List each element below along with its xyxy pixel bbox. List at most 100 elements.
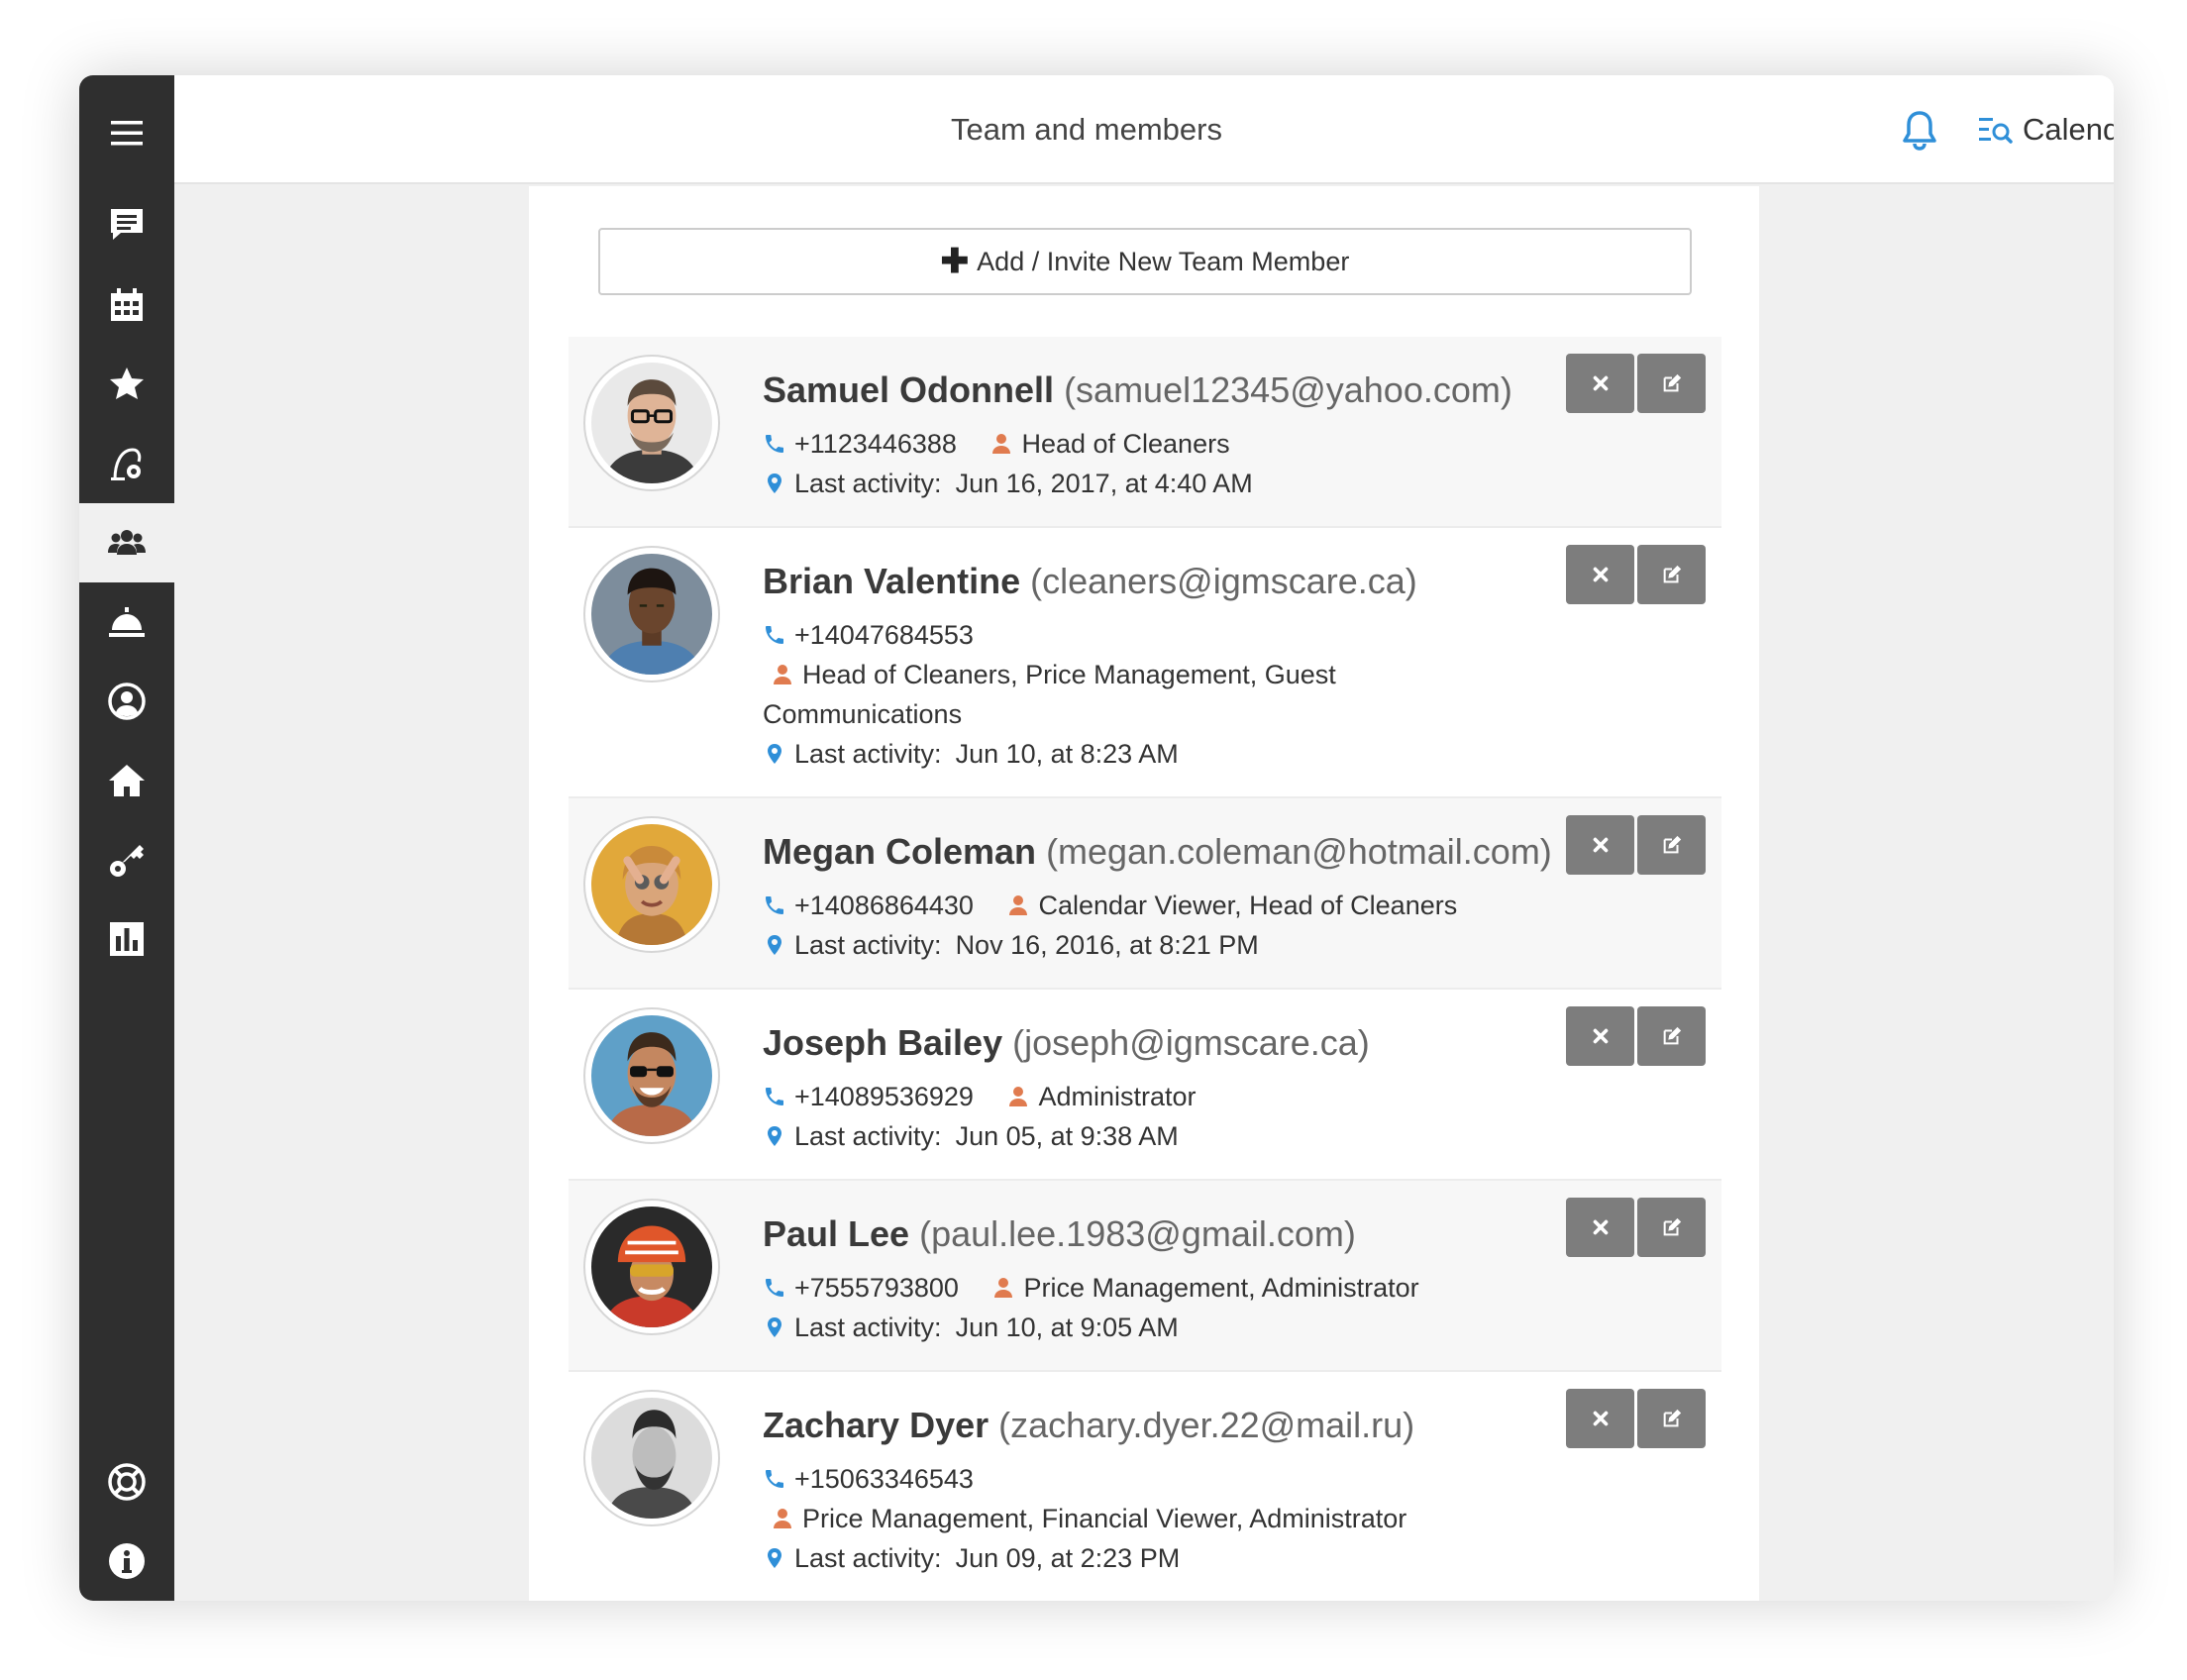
calendar-link[interactable]: Calendar [1977, 105, 2114, 155]
phone-icon [763, 1276, 786, 1300]
member-row: Brian Valentine (cleaners@igmscare.ca) +… [569, 528, 1721, 798]
remove-member-button[interactable] [1566, 1389, 1634, 1448]
edit-icon [1661, 372, 1683, 394]
member-phone: +7555793800 [794, 1273, 959, 1303]
avatar [583, 1390, 720, 1526]
member-info: Megan Coleman (megan.coleman@hotmail.com… [763, 828, 1552, 965]
person-icon [989, 432, 1013, 456]
last-activity-label: Last activity: [794, 1312, 942, 1342]
location-pin-icon [763, 1124, 786, 1148]
avatar [583, 816, 720, 953]
member-info: Paul Lee (paul.lee.1983@gmail.com) +7555… [763, 1210, 1543, 1347]
phone-icon [763, 1467, 786, 1491]
close-icon [1590, 834, 1612, 856]
vacuum-icon[interactable] [79, 424, 174, 503]
member-phone: +1123446388 [794, 429, 957, 459]
last-activity-label: Last activity: [794, 930, 942, 960]
member-name: Samuel Odonnell [763, 369, 1055, 410]
location-pin-icon [763, 742, 786, 766]
location-pin-icon [763, 1315, 786, 1339]
user-circle-icon[interactable] [79, 662, 174, 741]
add-invite-member-button[interactable]: ✚ Add / Invite New Team Member [598, 228, 1692, 295]
member-last-activity: Jun 10, at 9:05 AM [955, 1312, 1179, 1342]
remove-member-button[interactable] [1566, 1198, 1634, 1257]
location-pin-icon [763, 472, 786, 495]
last-activity-label: Last activity: [794, 1121, 942, 1151]
edit-member-button[interactable] [1637, 1389, 1706, 1448]
remove-member-button[interactable] [1566, 545, 1634, 604]
person-icon [771, 663, 794, 686]
phone-icon [763, 432, 786, 456]
member-roles: Price Management, Administrator [1023, 1273, 1419, 1303]
bell-icon[interactable] [1898, 108, 1941, 152]
close-icon [1590, 1216, 1612, 1238]
member-email: (paul.lee.1983@gmail.com) [919, 1213, 1356, 1254]
member-name: Paul Lee [763, 1213, 910, 1254]
home-icon[interactable] [79, 741, 174, 820]
team-icon[interactable] [79, 503, 174, 582]
member-phone: +14086864430 [794, 891, 974, 920]
avatar [583, 546, 720, 682]
edit-member-button[interactable] [1637, 815, 1706, 875]
menu-icon[interactable] [79, 93, 174, 172]
plus-icon: ✚ [940, 243, 970, 280]
member-info: Brian Valentine (cleaners@igmscare.ca) +… [763, 558, 1543, 774]
edit-icon [1661, 834, 1683, 856]
avatar [583, 1199, 720, 1335]
person-icon [771, 1507, 794, 1530]
last-activity-label: Last activity: [794, 469, 942, 498]
location-pin-icon [763, 1546, 786, 1570]
close-icon [1590, 1025, 1612, 1047]
member-roles: Price Management, Financial Viewer, Admi… [802, 1504, 1407, 1533]
info-icon[interactable] [79, 1522, 174, 1601]
member-roles: Head of Cleaners [1021, 429, 1230, 459]
team-panel: ✚ Add / Invite New Team Member Samuel Od… [529, 186, 1759, 1601]
key-icon[interactable] [79, 820, 174, 899]
edit-member-button[interactable] [1637, 545, 1706, 604]
close-icon [1590, 372, 1612, 394]
sidebar [79, 75, 174, 1601]
edit-member-button[interactable] [1637, 1006, 1706, 1066]
edit-member-button[interactable] [1637, 1198, 1706, 1257]
chat-icon[interactable] [79, 184, 174, 263]
calendar-link-label: Calendar [2023, 112, 2114, 147]
member-row: Joseph Bailey (joseph@igmscare.ca) +1408… [569, 990, 1721, 1181]
lifebuoy-icon[interactable] [79, 1442, 174, 1522]
member-name: Zachary Dyer [763, 1405, 989, 1445]
phone-icon [763, 1085, 786, 1108]
calendar-search-icon [1979, 118, 2013, 144]
member-info: Joseph Bailey (joseph@igmscare.ca) +1408… [763, 1019, 1543, 1156]
remove-member-button[interactable] [1566, 815, 1634, 875]
member-name: Joseph Bailey [763, 1022, 1003, 1063]
calendar-icon[interactable] [79, 265, 174, 345]
service-bell-icon[interactable] [79, 582, 174, 662]
member-row: Zachary Dyer (zachary.dyer.22@mail.ru) +… [569, 1372, 1721, 1600]
top-bar: Team and members Calendar [174, 75, 2114, 184]
member-phone: +15063346543 [794, 1464, 974, 1494]
phone-icon [763, 893, 786, 917]
person-icon [1006, 1085, 1030, 1108]
page-title: Team and members [951, 112, 1222, 147]
last-activity-label: Last activity: [794, 739, 942, 769]
member-row: Samuel Odonnell (samuel12345@yahoo.com) … [569, 337, 1721, 528]
edit-icon [1661, 1216, 1683, 1238]
member-last-activity: Jun 10, at 8:23 AM [955, 739, 1179, 769]
edit-icon [1661, 1408, 1683, 1429]
member-email: (joseph@igmscare.ca) [1012, 1022, 1370, 1063]
member-last-activity: Jun 05, at 9:38 AM [955, 1121, 1179, 1151]
star-icon[interactable] [79, 345, 174, 424]
member-name: Brian Valentine [763, 561, 1021, 601]
member-phone: +14047684553 [794, 620, 974, 650]
member-last-activity: Jun 09, at 2:23 PM [955, 1543, 1181, 1573]
bar-chart-icon[interactable] [79, 899, 174, 979]
close-icon [1590, 564, 1612, 585]
person-icon [1006, 893, 1030, 917]
remove-member-button[interactable] [1566, 354, 1634, 413]
edit-icon [1661, 1025, 1683, 1047]
member-email: (samuel12345@yahoo.com) [1064, 369, 1512, 410]
edit-member-button[interactable] [1637, 354, 1706, 413]
member-row: Paul Lee (paul.lee.1983@gmail.com) +7555… [569, 1181, 1721, 1372]
phone-icon [763, 623, 786, 647]
remove-member-button[interactable] [1566, 1006, 1634, 1066]
member-name: Megan Coleman [763, 831, 1037, 872]
